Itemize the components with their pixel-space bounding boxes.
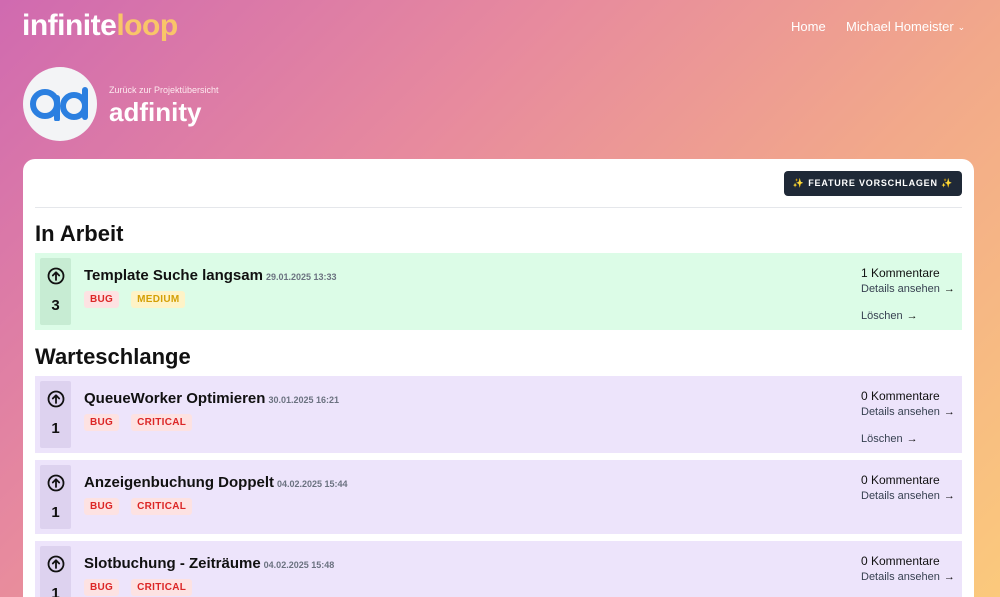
vote-button[interactable]: 1: [40, 546, 71, 597]
details-link-text: Details ansehen: [861, 571, 940, 583]
arrow-right-icon: →: [906, 310, 918, 322]
item-title[interactable]: Anzeigenbuchung Doppelt 04.02.2025 15:44: [84, 474, 348, 491]
logo-text-loop: loop: [116, 9, 178, 42]
arrow-up-circle-icon: [47, 555, 64, 573]
vote-count: 1: [51, 504, 60, 521]
tag-bug: BUG: [84, 414, 120, 431]
arrow-right-icon: →: [943, 406, 955, 418]
tag-priority-medium: MEDIUM: [131, 291, 186, 308]
arrow-right-icon: →: [943, 490, 955, 502]
comment-count: 0 Kommentare: [861, 554, 940, 568]
top-navigation: infiniteloop Home Michael Homeister ⌄: [0, 0, 1000, 56]
vote-button[interactable]: 1: [40, 381, 71, 448]
arrow-right-icon: →: [943, 283, 955, 295]
item-tags: BUG CRITICAL: [84, 579, 193, 596]
item-date: 29.01.2025 13:33: [265, 272, 337, 282]
comment-count: 0 Kommentare: [861, 389, 940, 403]
item-date: 04.02.2025 15:44: [276, 479, 348, 489]
details-link-text: Details ansehen: [861, 283, 940, 295]
item-title[interactable]: Slotbuchung - Zeiträume 04.02.2025 15:48: [84, 555, 334, 572]
tag-bug: BUG: [84, 579, 120, 596]
vote-button[interactable]: 1: [40, 465, 71, 529]
details-link-text: Details ansehen: [861, 490, 940, 502]
vote-count: 1: [51, 420, 60, 437]
details-link[interactable]: Details ansehen →: [861, 571, 955, 583]
back-to-projects-link[interactable]: Zurück zur Projektübersicht: [109, 85, 219, 95]
tag-priority-critical: CRITICAL: [131, 579, 193, 596]
item-title-text: Anzeigenbuchung Doppelt: [84, 474, 274, 491]
project-title: adfinity: [109, 97, 202, 127]
arrow-up-circle-icon: [47, 474, 64, 492]
arrow-up-circle-icon: [47, 267, 64, 285]
comment-count: 0 Kommentare: [861, 473, 940, 487]
feature-item: 1 QueueWorker Optimieren 30.01.2025 16:21…: [35, 376, 962, 453]
item-tags: BUG CRITICAL: [84, 414, 193, 431]
chevron-down-icon: ⌄: [957, 22, 966, 32]
item-title-text: QueueWorker Optimieren: [84, 390, 266, 407]
delete-link[interactable]: Löschen →: [861, 433, 918, 445]
nav-home-link[interactable]: Home: [791, 19, 826, 34]
details-link[interactable]: Details ansehen →: [861, 490, 955, 502]
divider: [35, 207, 962, 208]
item-date: 04.02.2025 15:48: [263, 560, 335, 570]
delete-link-text: Löschen: [861, 310, 903, 322]
item-tags: BUG CRITICAL: [84, 498, 193, 515]
delete-link[interactable]: Löschen →: [861, 310, 918, 322]
user-menu[interactable]: Michael Homeister ⌄: [846, 19, 965, 34]
user-name: Michael Homeister: [846, 19, 954, 34]
section-title-queue: Warteschlange: [35, 344, 191, 369]
app-logo[interactable]: infiniteloop: [22, 9, 178, 43]
vote-count: 1: [51, 585, 60, 597]
comment-count: 1 Kommentare: [861, 266, 940, 280]
vote-count: 3: [51, 297, 60, 314]
arrow-right-icon: →: [906, 433, 918, 445]
details-link[interactable]: Details ansehen →: [861, 283, 955, 295]
item-title-text: Template Suche langsam: [84, 267, 263, 284]
item-title[interactable]: QueueWorker Optimieren 30.01.2025 16:21: [84, 390, 339, 407]
item-title[interactable]: Template Suche langsam 29.01.2025 13:33: [84, 267, 337, 284]
section-title-in-progress: In Arbeit: [35, 221, 124, 246]
tag-priority-critical: CRITICAL: [131, 414, 193, 431]
feature-item: 3 Template Suche langsam 29.01.2025 13:33…: [35, 253, 962, 330]
feature-item: 1 Slotbuchung - Zeiträume 04.02.2025 15:4…: [35, 541, 962, 597]
tag-bug: BUG: [84, 498, 120, 515]
project-logo: [23, 67, 97, 141]
feature-board-card: ✨ FEATURE VORSCHLAGEN ✨ In Arbeit 3 Temp…: [23, 159, 974, 597]
item-date: 30.01.2025 16:21: [268, 395, 340, 405]
details-link-text: Details ansehen: [861, 406, 940, 418]
tag-bug: BUG: [84, 291, 120, 308]
feature-item: 1 Anzeigenbuchung Doppelt 04.02.2025 15:4…: [35, 460, 962, 534]
details-link[interactable]: Details ansehen →: [861, 406, 955, 418]
delete-link-text: Löschen: [861, 433, 903, 445]
tag-priority-critical: CRITICAL: [131, 498, 193, 515]
suggest-feature-button[interactable]: ✨ FEATURE VORSCHLAGEN ✨: [784, 171, 962, 196]
arrow-up-circle-icon: [47, 390, 64, 408]
adfinity-logo-icon: [30, 87, 88, 121]
logo-text-infinite: infinite: [22, 9, 117, 42]
arrow-right-icon: →: [943, 571, 955, 583]
vote-button[interactable]: 3: [40, 258, 71, 325]
item-title-text: Slotbuchung - Zeiträume: [84, 555, 261, 572]
item-tags: BUG MEDIUM: [84, 291, 186, 308]
